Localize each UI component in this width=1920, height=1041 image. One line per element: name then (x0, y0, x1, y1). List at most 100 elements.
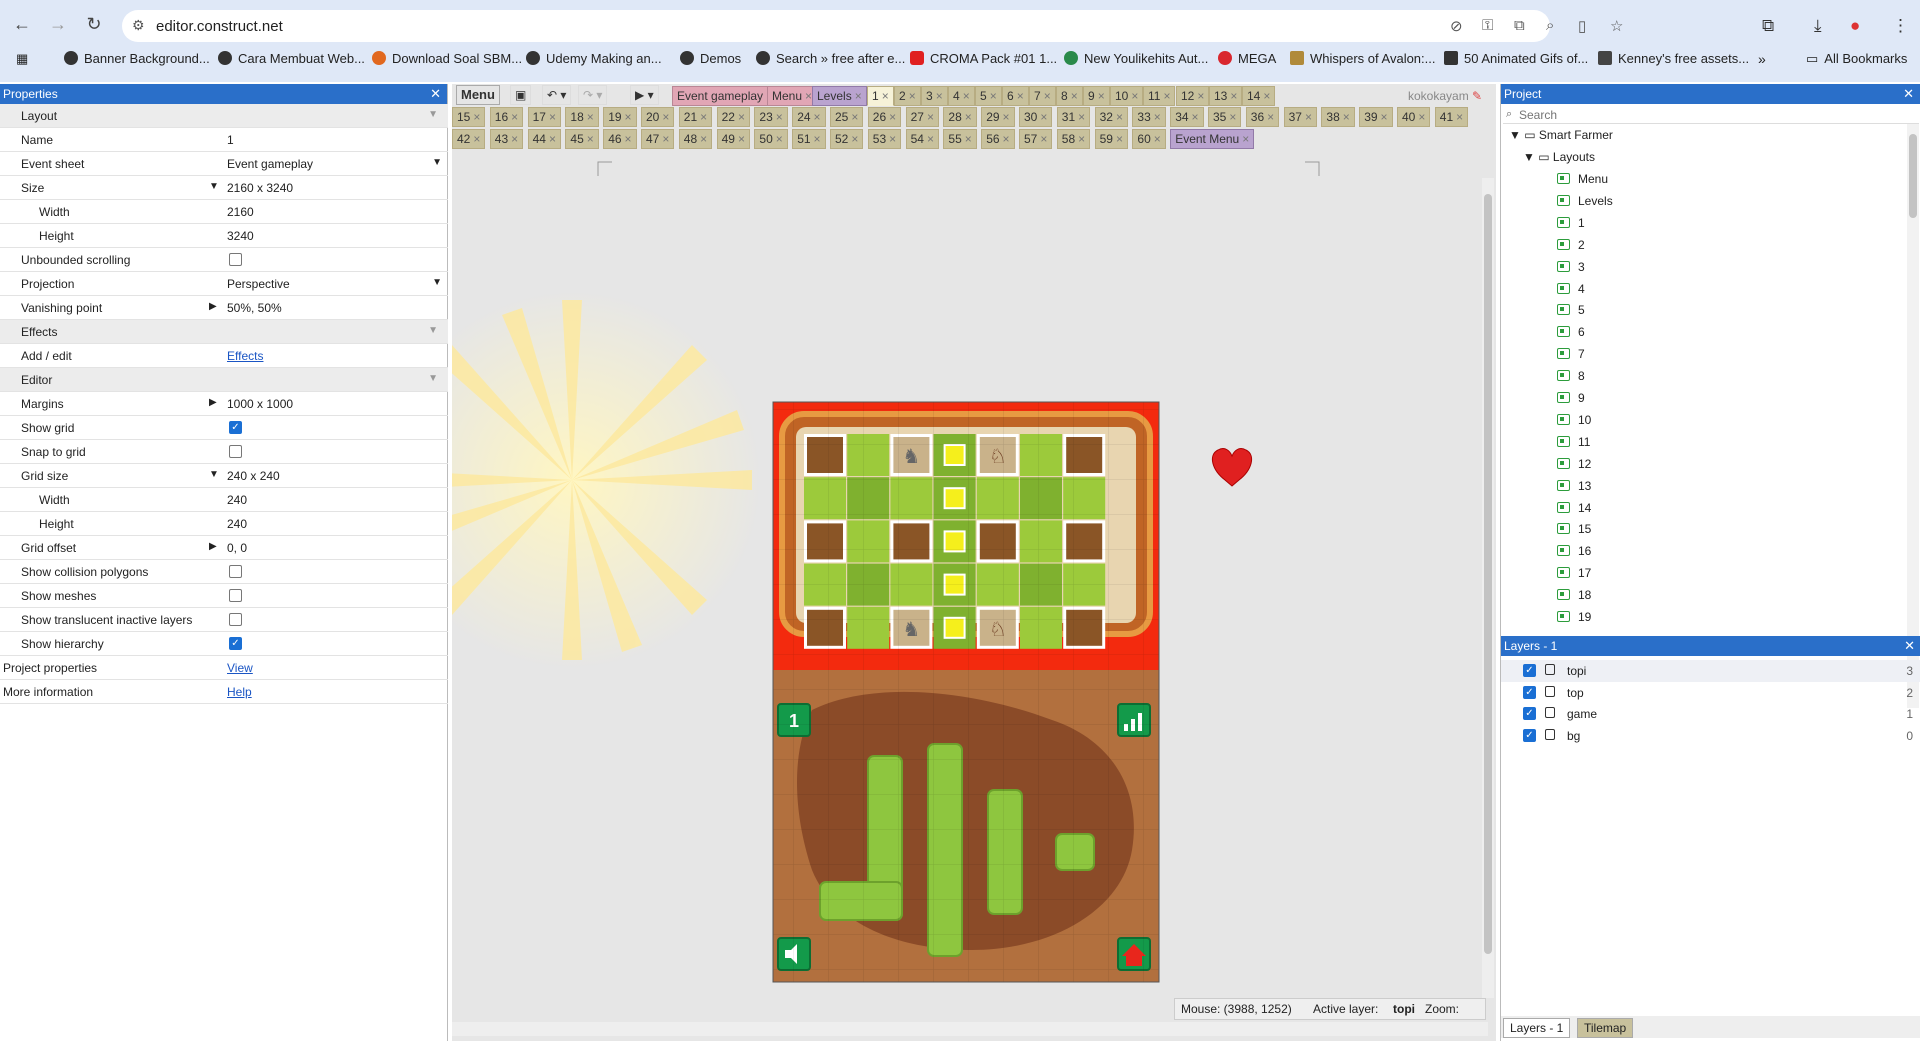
close-tab-icon[interactable]: × (662, 132, 669, 146)
tab-layout[interactable]: 4 × (948, 86, 975, 106)
more-menu-icon[interactable]: ⋮ (1892, 16, 1909, 36)
expand-arrow-icon[interactable]: ▼ (209, 181, 219, 192)
bookmark-item[interactable]: Search » free after e... (756, 51, 905, 66)
user-avatar-icon[interactable]: ✎ (1472, 89, 1482, 103)
checkbox[interactable] (229, 589, 242, 602)
close-tab-icon[interactable]: × (1230, 89, 1237, 103)
tree-item-layout[interactable]: Menu (1557, 172, 1608, 186)
download-icon[interactable]: ⤓ (1814, 16, 1822, 36)
tab-layout[interactable]: 34 × (1170, 107, 1204, 127)
extensions-icon[interactable]: ⧉ (1762, 16, 1774, 36)
lock-icon[interactable] (1545, 685, 1555, 697)
close-tab-icon[interactable]: × (1116, 132, 1123, 146)
lock-icon[interactable] (1545, 664, 1555, 675)
tab-tilemap[interactable]: Tilemap (1577, 1018, 1634, 1038)
close-tab-icon[interactable]: × (473, 132, 480, 146)
property-link[interactable]: View (227, 661, 253, 675)
tab-layout[interactable]: Menu × (767, 86, 818, 106)
lock-icon[interactable] (1545, 707, 1555, 719)
tab-layout[interactable]: 19 × (603, 107, 637, 127)
undo-icon[interactable]: ↶ ▾ (542, 85, 572, 105)
collapse-arrow-icon[interactable]: ▼ (428, 325, 438, 336)
property-value[interactable]: Event gameplay (227, 157, 313, 171)
close-tab-icon[interactable]: × (662, 110, 669, 124)
close-tab-icon[interactable]: × (625, 132, 632, 146)
tab-layout[interactable]: 54 × (905, 129, 939, 149)
close-tab-icon[interactable]: × (1192, 110, 1199, 124)
close-tab-icon[interactable]: × (1305, 110, 1312, 124)
forward-icon[interactable]: → (46, 12, 70, 36)
close-tab-icon[interactable]: × (990, 89, 997, 103)
checkbox[interactable] (229, 613, 242, 626)
close-tab-icon[interactable]: × (1003, 110, 1010, 124)
property-value[interactable]: 1 (227, 133, 234, 147)
tab-layout[interactable]: 41 × (1434, 107, 1469, 127)
tab-layout[interactable]: 56 × (981, 129, 1015, 149)
tree-item-layout[interactable]: 3 (1557, 260, 1585, 274)
tab-layout[interactable]: Event gameplay× (672, 86, 779, 106)
tab-layout[interactable]: 5 × (975, 86, 1002, 106)
tab-layout[interactable]: 39 × (1359, 107, 1393, 127)
close-tab-icon[interactable]: × (776, 132, 783, 146)
tab-layout[interactable]: 3 × (921, 86, 948, 106)
tab-layout[interactable]: 20 × (641, 107, 675, 127)
tab-layout[interactable]: 21 × (678, 107, 713, 127)
property-value[interactable]: 2160 (227, 205, 254, 219)
visibility-checkbox[interactable]: ✓ (1523, 707, 1536, 721)
bookmark-star-icon[interactable]: ☆ (1610, 17, 1623, 35)
tree-item-layout[interactable]: 17 (1557, 566, 1591, 580)
close-tab-icon[interactable]: × (587, 132, 594, 146)
property-link[interactable]: Help (227, 685, 252, 699)
tree-item-layout[interactable]: 6 (1557, 325, 1585, 339)
close-tab-icon[interactable]: × (1267, 110, 1274, 124)
open-in-app-icon[interactable]: ⧉ (1514, 17, 1525, 34)
bookmark-item[interactable]: Udemy Making an... (526, 51, 662, 66)
expand-arrow-icon[interactable]: ▶ (209, 541, 217, 552)
expand-arrow-icon[interactable]: ▶ (209, 397, 217, 408)
bookmark-item[interactable]: New Youlikehits Aut... (1064, 51, 1208, 66)
close-tab-icon[interactable]: × (1263, 89, 1270, 103)
visibility-checkbox[interactable]: ✓ (1523, 729, 1536, 743)
tab-layout[interactable]: 59 × (1094, 129, 1128, 149)
close-tab-icon[interactable]: × (1017, 89, 1024, 103)
close-tab-icon[interactable]: × (549, 110, 556, 124)
close-tab-icon[interactable]: × (851, 110, 858, 124)
tree-item-folder[interactable]: ▼ ▭ Layouts (1523, 150, 1595, 164)
no-tracking-icon[interactable]: ⊘ (1450, 17, 1463, 35)
close-tab-icon[interactable]: × (1131, 89, 1138, 103)
close-tab-icon[interactable]: × (1078, 110, 1085, 124)
tree-item-layout[interactable]: 19 (1557, 610, 1591, 624)
tab-layout[interactable]: 40 × (1397, 107, 1431, 127)
search-input[interactable] (1519, 107, 1899, 122)
tab-layout[interactable]: 36 × (1245, 107, 1280, 127)
close-tab-icon[interactable]: × (1154, 110, 1161, 124)
tab-layout[interactable]: 57 × (1019, 129, 1053, 149)
apps-grid-icon[interactable]: ▦ (16, 51, 28, 67)
tree-item-layout[interactable]: 11 (1557, 435, 1590, 449)
close-tab-icon[interactable]: × (1003, 132, 1010, 146)
collapse-arrow-icon[interactable]: ▼ (1523, 150, 1535, 164)
collapse-arrow-icon[interactable]: ▼ (428, 373, 438, 384)
tree-item-layout[interactable]: 7 (1557, 347, 1585, 361)
tab-layout[interactable]: 25 × (830, 107, 864, 127)
close-tab-icon[interactable]: × (738, 110, 745, 124)
close-icon[interactable]: ✕ (430, 84, 441, 104)
close-tab-icon[interactable]: × (1456, 110, 1463, 124)
close-tab-icon[interactable]: × (511, 110, 518, 124)
tab-layout[interactable]: 44 × (527, 129, 561, 149)
close-tab-icon[interactable]: × (909, 89, 916, 103)
layout-canvas[interactable]: ♞♘♞♘ 1 (452, 150, 1488, 1012)
tree-item-layout[interactable]: Levels (1557, 194, 1613, 208)
expand-arrow-icon[interactable]: ▼ (209, 469, 219, 480)
tab-layout[interactable]: 6 × (1002, 86, 1029, 106)
close-tab-icon[interactable]: × (882, 89, 889, 103)
visibility-checkbox[interactable]: ✓ (1523, 664, 1536, 677)
tree-item-layout[interactable]: 9 (1557, 391, 1585, 405)
checkbox[interactable] (229, 253, 242, 266)
tree-item-layout[interactable]: 10 (1557, 413, 1591, 427)
more-bookmarks-button[interactable]: » (1758, 51, 1766, 67)
tab-layout[interactable]: 1 × (867, 86, 894, 106)
close-tab-icon[interactable]: × (1229, 110, 1236, 124)
close-tab-icon[interactable]: × (625, 110, 632, 124)
zoom-icon[interactable]: ⌕ (1546, 17, 1554, 34)
